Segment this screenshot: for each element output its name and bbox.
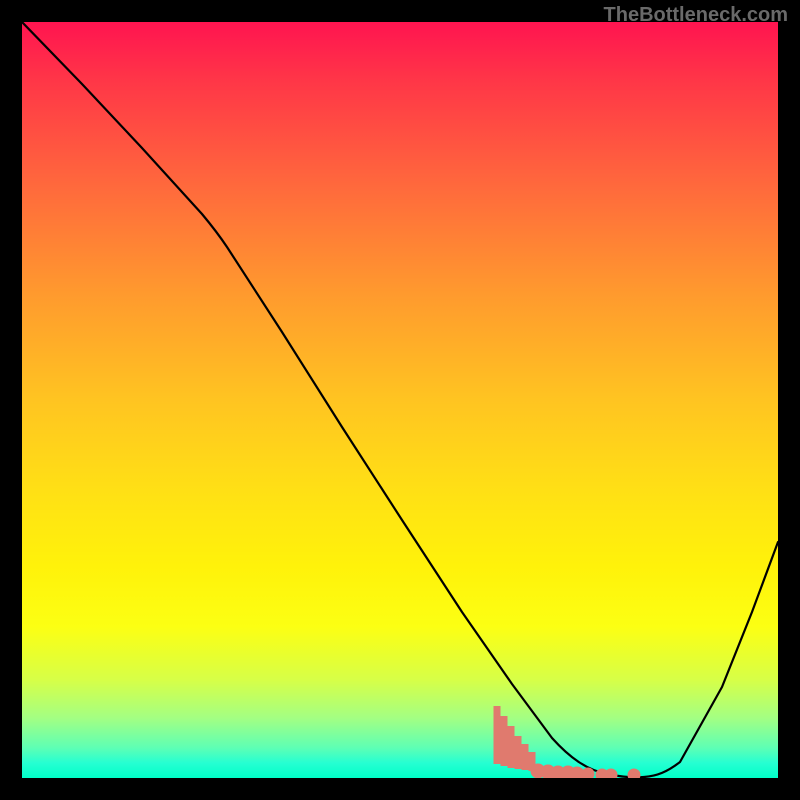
chart-area: [22, 22, 778, 778]
chart-overlay: [22, 22, 778, 778]
bottleneck-curve: [22, 22, 778, 777]
marker-cluster: [497, 706, 640, 778]
watermark-text: TheBottleneck.com: [604, 4, 788, 27]
